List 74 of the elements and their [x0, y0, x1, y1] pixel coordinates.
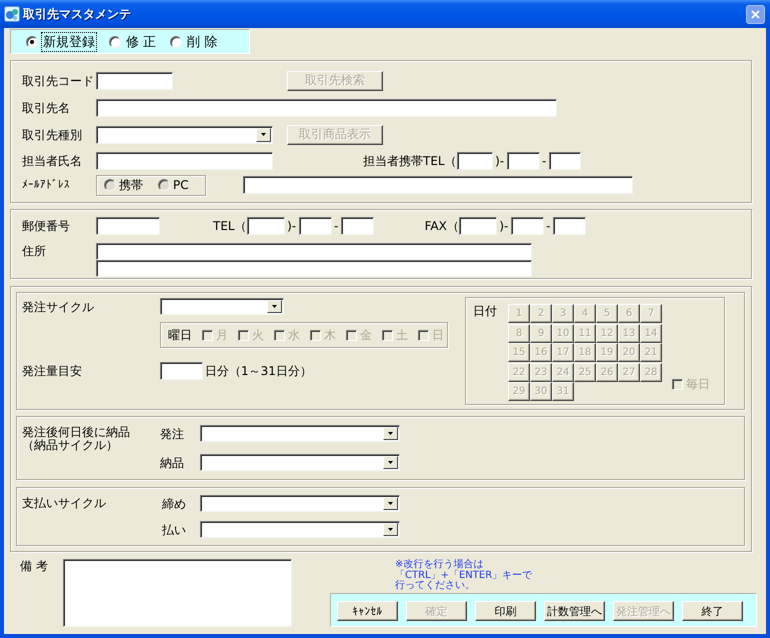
- phone-field[interactable]: [506, 152, 540, 170]
- address-field[interactable]: [96, 243, 532, 260]
- phone-field[interactable]: [458, 217, 497, 235]
- field-label: FAX（: [424, 219, 459, 233]
- text-field[interactable]: [96, 98, 557, 116]
- email-field[interactable]: [243, 176, 633, 194]
- dropdown-button[interactable]: [256, 128, 271, 142]
- caret-down-icon: [388, 528, 393, 531]
- field-label: ﾒｰﾙｱﾄﾞﾚｽ: [22, 178, 71, 192]
- text-field[interactable]: [96, 72, 173, 90]
- field-label: 取引先種別: [22, 128, 83, 142]
- caret-down-icon: [388, 461, 393, 464]
- phone-separator: -: [540, 154, 548, 168]
- dropdown-field[interactable]: [200, 425, 400, 442]
- text-field[interactable]: [96, 152, 273, 170]
- phone-separator: )-: [498, 219, 510, 233]
- field-label: 郵便番号: [22, 219, 71, 233]
- print-button[interactable]: 印刷: [475, 601, 536, 621]
- count-management-button[interactable]: 計数管理へ: [544, 601, 605, 621]
- app-icon: [4, 6, 20, 22]
- field-label: 担当者携帯TEL（: [363, 154, 457, 168]
- field-label: 締め: [162, 496, 187, 510]
- caret-down-icon: [388, 432, 393, 435]
- field-label: 日付: [473, 304, 498, 318]
- phone-field[interactable]: [548, 152, 581, 170]
- dropdown-field[interactable]: [160, 298, 284, 315]
- section-label: 発注後何日後に納品 （納品サイクル）: [22, 426, 131, 452]
- section-label: 支払いサイクル: [22, 495, 107, 512]
- field-label: 払い: [162, 522, 187, 536]
- dropdown-button[interactable]: [383, 456, 398, 469]
- dropdown-field[interactable]: [200, 454, 400, 471]
- address-field[interactable]: [96, 260, 532, 277]
- field-label: 住所: [22, 244, 47, 258]
- dropdown-button[interactable]: [267, 300, 282, 313]
- field-label: 取引先コード: [22, 74, 95, 88]
- field-label: 発注: [160, 426, 185, 440]
- phone-separator: -: [332, 219, 340, 233]
- caret-down-icon: [388, 502, 393, 505]
- phone-separator: )-: [494, 154, 506, 168]
- dropdown-button[interactable]: [383, 427, 398, 440]
- field-label: 曜日: [168, 328, 192, 342]
- field-label: 備 考: [20, 559, 49, 573]
- phone-separator: )-: [286, 219, 298, 233]
- window-title: 取引先マスタメンテ: [23, 6, 131, 22]
- phone-field[interactable]: [340, 217, 374, 235]
- note-text: ※改行を行う場合は 「CTRL」+「ENTER」キーで 行ってください。: [395, 560, 532, 592]
- phone-field[interactable]: [552, 217, 586, 235]
- mode-radio-button[interactable]: 修 正: [109, 32, 158, 52]
- phone-field[interactable]: [510, 217, 544, 235]
- phone-field[interactable]: [246, 217, 285, 235]
- caret-down-icon: [272, 305, 277, 308]
- dropdown-field[interactable]: [96, 126, 273, 144]
- dropdown-field[interactable]: [200, 521, 400, 538]
- field-label: 発注サイクル: [22, 300, 95, 314]
- remarks-field[interactable]: [63, 559, 292, 627]
- caret-down-icon: [261, 133, 266, 136]
- field-label: TEL（: [213, 219, 247, 233]
- field-label: 取引先名: [22, 100, 71, 114]
- dropdown-button[interactable]: [383, 497, 398, 510]
- field-label: 担当者氏名: [22, 154, 83, 168]
- phone-field[interactable]: [456, 152, 493, 170]
- mode-radio-button[interactable]: 削 除: [170, 32, 220, 52]
- field-label: 発注量目安: [22, 364, 83, 378]
- phone-separator: -: [545, 219, 552, 233]
- phone-field[interactable]: [298, 217, 332, 235]
- dropdown-field[interactable]: [200, 495, 400, 512]
- field-label: 納品: [160, 456, 185, 470]
- unit-label: 日分（1～31日分）: [205, 364, 312, 378]
- text-field[interactable]: [96, 217, 160, 235]
- close-icon: [751, 10, 760, 18]
- dropdown-button[interactable]: [383, 523, 398, 536]
- cancel-button[interactable]: ｷｬﾝｾﾙ: [337, 601, 398, 621]
- exit-button[interactable]: 終了: [682, 601, 743, 621]
- text-field[interactable]: [160, 362, 203, 380]
